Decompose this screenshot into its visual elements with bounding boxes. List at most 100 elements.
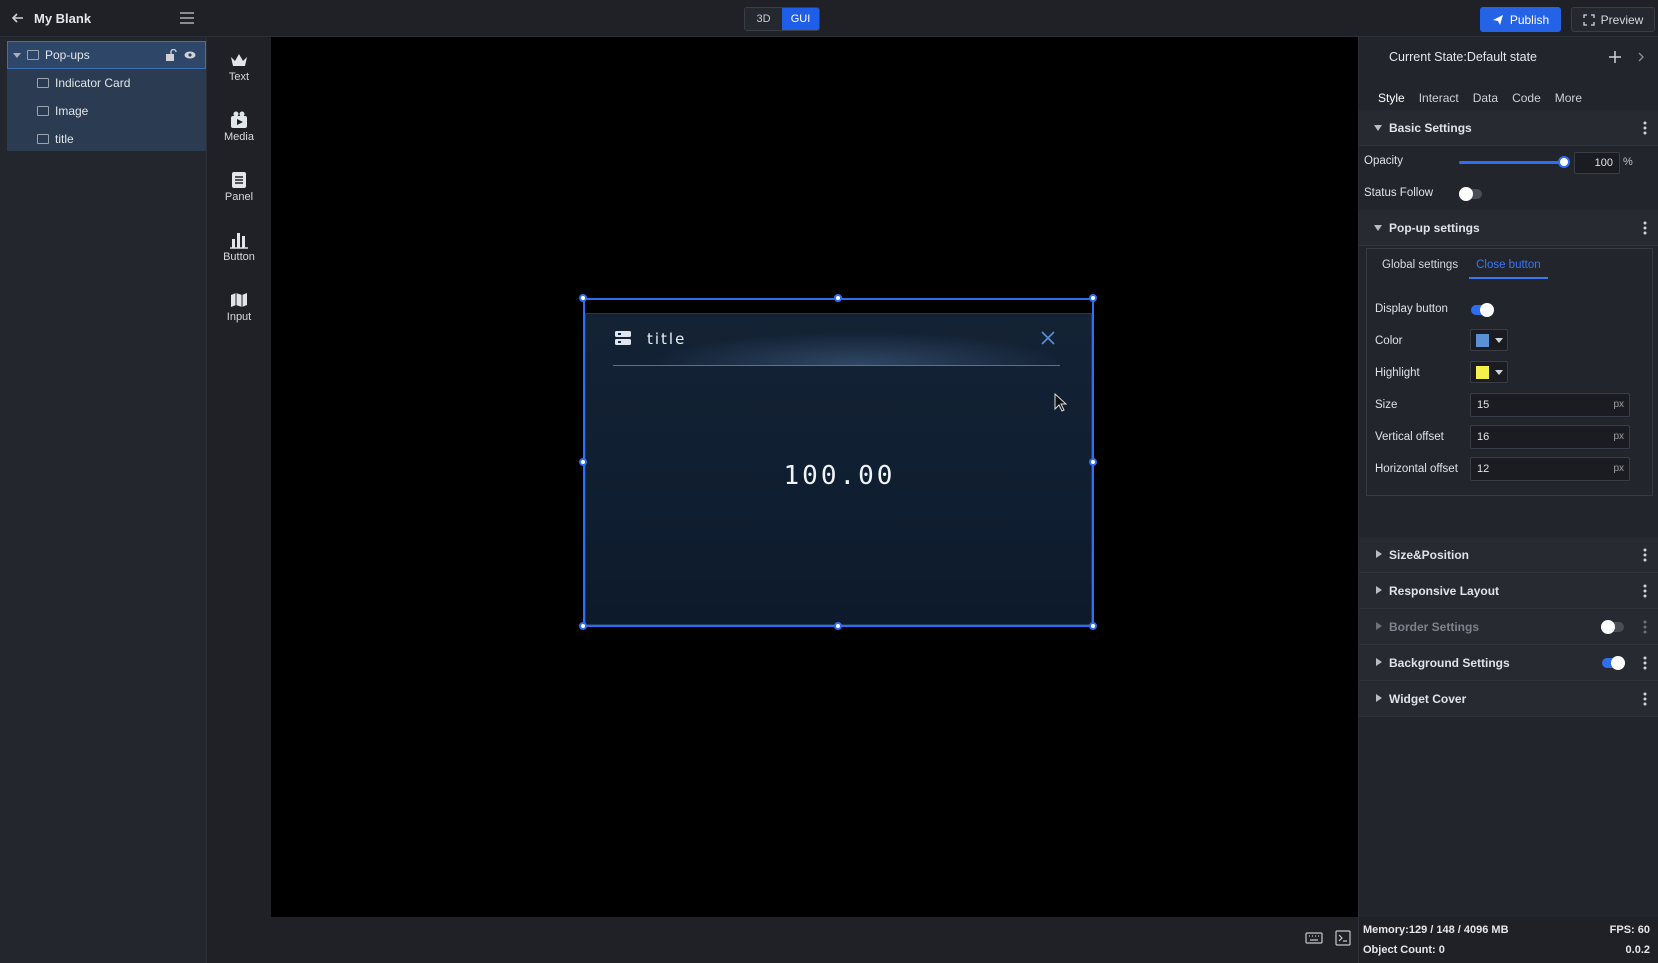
highlight-label: Highlight (1375, 367, 1420, 379)
mode-gui-button[interactable]: GUI (782, 8, 819, 30)
folder-layer-icon (27, 50, 39, 60)
resize-handle-n[interactable] (834, 294, 842, 302)
resize-handle-e[interactable] (1089, 458, 1097, 466)
horizontal-offset-label: Horizontal offset (1375, 463, 1458, 475)
section-label: Pop-up settings (1389, 221, 1480, 235)
status-follow-row: Status Follow (1359, 178, 1658, 210)
size-unit: px (1613, 399, 1624, 410)
fullscreen-icon (1583, 13, 1595, 26)
expand-caret-icon (1376, 694, 1382, 702)
opacity-input[interactable]: 100 (1574, 152, 1620, 174)
more-options-icon[interactable] (1643, 547, 1647, 563)
section-label: Basic Settings (1389, 121, 1472, 135)
more-options-icon[interactable] (1643, 220, 1647, 236)
border-settings-toggle[interactable] (1601, 620, 1624, 634)
dropdown-caret-icon (1495, 338, 1503, 343)
display-button-toggle[interactable] (1471, 303, 1494, 317)
mode-3d-button[interactable]: 3D (745, 8, 782, 30)
panel-widget-icon (232, 172, 246, 188)
resize-handle-sw[interactable] (579, 622, 587, 630)
size-input[interactable] (1471, 394, 1601, 416)
more-options-icon[interactable] (1643, 691, 1647, 707)
app-title: My Blank (34, 11, 92, 26)
opacity-slider-track[interactable] (1459, 161, 1564, 164)
hamburger-menu-icon[interactable] (180, 12, 194, 24)
chevron-right-icon[interactable] (1637, 51, 1645, 63)
canvas-bottom-bar (271, 917, 1358, 963)
display-button-label: Display button (1375, 303, 1448, 315)
resize-handle-w[interactable] (579, 458, 587, 466)
section-basic-settings[interactable]: Basic Settings (1359, 110, 1658, 146)
terminal-icon[interactable] (1335, 930, 1351, 946)
widget-label: Media (224, 131, 254, 143)
expand-caret-icon[interactable] (13, 52, 21, 58)
highlight-swatch (1476, 366, 1489, 379)
back-arrow-icon[interactable] (10, 10, 26, 26)
section-label: Background Settings (1389, 656, 1510, 670)
preview-label: Preview (1600, 12, 1644, 27)
collapse-caret-icon (1374, 125, 1382, 131)
more-options-icon[interactable] (1643, 619, 1647, 635)
section-responsive-layout[interactable]: Responsive Layout (1359, 573, 1658, 609)
subtab-global-settings[interactable]: Global settings (1375, 255, 1465, 279)
widget-input[interactable]: Input (207, 277, 271, 337)
section-border-settings[interactable]: Border Settings (1359, 609, 1658, 645)
toggle-knob (1611, 656, 1625, 670)
send-icon (1492, 14, 1503, 25)
widget-label: Text (228, 71, 250, 83)
top-bar: My Blank 3D GUI Publish Preview (0, 0, 1658, 37)
layer-item-title[interactable]: title (7, 125, 206, 153)
add-state-icon[interactable] (1607, 49, 1623, 65)
color-swatch (1476, 334, 1489, 347)
section-widget-cover[interactable]: Widget Cover (1359, 681, 1658, 717)
widget-text[interactable]: Text (207, 37, 271, 97)
highlight-picker[interactable] (1470, 361, 1508, 383)
resize-handle-ne[interactable] (1089, 294, 1097, 302)
media-widget-icon (231, 111, 247, 128)
layer-item-image[interactable]: Image (7, 97, 206, 125)
layer-item-indicator-card[interactable]: Indicator Card (7, 69, 206, 97)
vertical-offset-label: Vertical offset (1375, 431, 1444, 443)
size-field[interactable]: px (1470, 393, 1630, 417)
horizontal-offset-input[interactable] (1471, 458, 1601, 480)
widget-panel[interactable]: Panel (207, 157, 271, 217)
layer-group-popups: Pop-ups Indicator Card Image title (7, 41, 206, 151)
popup-subtabs: Global settings Close button (1375, 255, 1548, 279)
status-follow-toggle[interactable] (1459, 187, 1482, 201)
horizontal-offset-unit: px (1613, 463, 1624, 474)
opacity-slider-handle[interactable] (1558, 156, 1570, 168)
section-popup-settings[interactable]: Pop-up settings (1359, 210, 1658, 246)
mouse-cursor-icon (1054, 393, 1068, 412)
preview-button[interactable]: Preview (1571, 7, 1655, 32)
vertical-offset-field[interactable]: px (1470, 425, 1630, 449)
widget-media[interactable]: Media (207, 97, 271, 157)
vertical-offset-input[interactable] (1471, 426, 1601, 448)
expand-caret-icon (1376, 586, 1382, 594)
expand-caret-icon (1376, 550, 1382, 558)
unlock-icon[interactable] (165, 49, 177, 61)
more-options-icon[interactable] (1643, 120, 1647, 136)
widget-bar: Text Media Panel Button Input (207, 37, 271, 963)
widget-button[interactable]: Button (207, 217, 271, 277)
eye-icon[interactable] (184, 49, 196, 61)
background-settings-toggle[interactable] (1602, 656, 1625, 670)
resize-handle-se[interactable] (1089, 622, 1097, 630)
widget-label: Panel (224, 191, 254, 203)
layer-label: Pop-ups (45, 48, 90, 62)
publish-button[interactable]: Publish (1480, 7, 1561, 32)
keyboard-icon[interactable] (1305, 931, 1323, 945)
text-widget-icon (231, 54, 247, 66)
horizontal-offset-field[interactable]: px (1470, 457, 1630, 481)
more-options-icon[interactable] (1643, 655, 1647, 671)
layer-item-popups[interactable]: Pop-ups (7, 41, 206, 69)
section-size-position[interactable]: Size&Position (1359, 537, 1658, 573)
section-label: Size&Position (1389, 548, 1470, 562)
resize-handle-nw[interactable] (579, 294, 587, 302)
widget-label: Input (226, 311, 252, 323)
resize-handle-s[interactable] (834, 622, 842, 630)
layer-label: title (55, 132, 74, 146)
more-options-icon[interactable] (1643, 583, 1647, 599)
subtab-close-button[interactable]: Close button (1469, 255, 1548, 279)
color-picker[interactable] (1470, 329, 1508, 351)
section-background-settings[interactable]: Background Settings (1359, 645, 1658, 681)
